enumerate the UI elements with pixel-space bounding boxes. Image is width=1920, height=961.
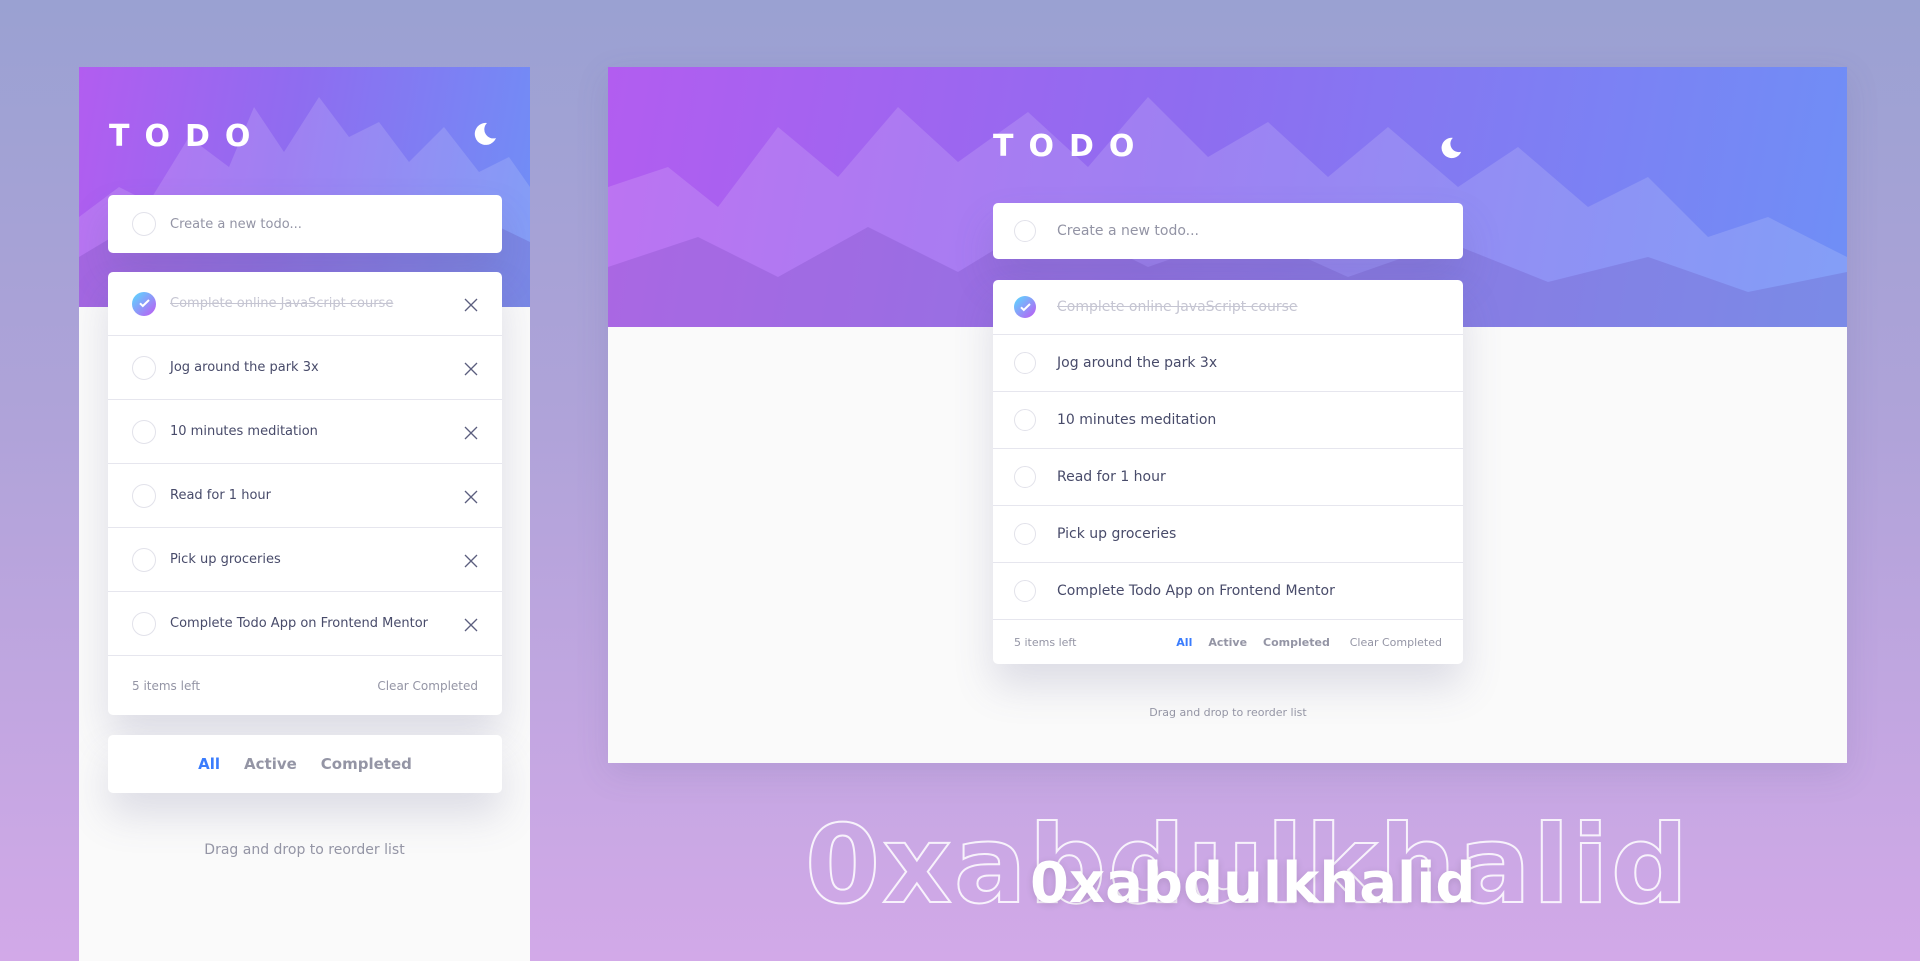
clear-completed-button[interactable]: Clear Completed — [1350, 636, 1442, 649]
app-logo: TODO — [109, 119, 266, 154]
filter-all[interactable]: All — [198, 755, 220, 773]
delete-todo-icon[interactable] — [464, 489, 478, 508]
new-todo-input[interactable]: Create a new todo... — [108, 195, 502, 253]
todo-text: Read for 1 hour — [1057, 469, 1166, 485]
new-todo-checkbox[interactable] — [132, 212, 156, 236]
filter-active[interactable]: Active — [244, 755, 297, 773]
items-left-count: 5 items left — [1014, 635, 1077, 649]
new-todo-placeholder[interactable]: Create a new todo... — [170, 217, 302, 232]
todo-checkbox[interactable] — [132, 419, 156, 444]
todo-text: Jog around the park 3x — [170, 360, 319, 375]
todo-item[interactable]: Pick up groceries — [993, 506, 1463, 563]
delete-todo-icon[interactable] — [464, 361, 478, 380]
todo-item[interactable]: Complete online JavaScript course — [108, 272, 502, 336]
todo-text: Complete online JavaScript course — [1057, 299, 1298, 315]
todo-item[interactable]: Jog around the park 3x — [993, 335, 1463, 392]
delete-todo-icon[interactable] — [464, 553, 478, 572]
todo-checkbox[interactable] — [132, 611, 156, 636]
clear-completed-button[interactable]: Clear Completed — [377, 679, 478, 693]
todo-list: Complete online JavaScript course Jog aro… — [993, 280, 1463, 664]
todo-checkbox[interactable] — [132, 483, 156, 508]
todo-item[interactable]: 10 minutes meditation — [108, 400, 502, 464]
todo-checkbox[interactable] — [1014, 580, 1036, 602]
todo-text: Complete online JavaScript course — [170, 296, 394, 311]
todo-item[interactable]: Complete online JavaScript course — [993, 280, 1463, 335]
todo-text: Complete Todo App on Frontend Mentor — [170, 616, 429, 631]
todo-checkbox[interactable] — [1014, 523, 1036, 545]
check-icon — [1019, 302, 1031, 311]
todo-item[interactable]: Pick up groceries — [108, 528, 502, 592]
filter-completed[interactable]: Completed — [1263, 636, 1330, 649]
filter-completed[interactable]: Completed — [321, 755, 412, 773]
app-logo: TODO — [993, 129, 1150, 164]
todo-item[interactable]: 10 minutes meditation — [993, 392, 1463, 449]
todo-checkbox[interactable] — [1014, 296, 1036, 318]
drag-hint: Drag and drop to reorder list — [204, 842, 405, 858]
todo-item[interactable]: Complete Todo App on Frontend Mentor — [108, 592, 502, 656]
todo-item[interactable]: Jog around the park 3x — [108, 336, 502, 400]
check-icon — [138, 299, 150, 308]
new-todo-checkbox[interactable] — [1014, 220, 1036, 242]
todo-checkbox[interactable] — [132, 291, 156, 316]
desktop-preview: TODO Create a new todo... Complete onlin… — [608, 67, 1847, 763]
todo-item[interactable]: Complete Todo App on Frontend Mentor — [993, 563, 1463, 620]
todo-checkbox[interactable] — [132, 547, 156, 572]
delete-todo-icon[interactable] — [464, 617, 478, 636]
new-todo-placeholder[interactable]: Create a new todo... — [1057, 223, 1199, 239]
list-footer: 5 items left Clear Completed — [108, 656, 502, 715]
filter-all[interactable]: All — [1176, 636, 1192, 649]
moon-icon[interactable] — [1439, 136, 1463, 164]
filter-bar: All Active Completed — [108, 735, 502, 793]
mountains-image — [79, 97, 530, 307]
todo-text: 10 minutes meditation — [170, 424, 318, 439]
todo-list: Complete online JavaScript course Jog aro… — [108, 272, 502, 715]
todo-checkbox[interactable] — [132, 355, 156, 380]
items-left-count: 5 items left — [132, 678, 201, 693]
todo-text: 10 minutes meditation — [1057, 412, 1217, 428]
hero-background — [79, 67, 530, 307]
drag-hint: Drag and drop to reorder list — [1149, 706, 1307, 719]
todo-checkbox[interactable] — [1014, 466, 1036, 488]
filter-active[interactable]: Active — [1208, 636, 1247, 649]
filter-bar: All Active Completed — [1176, 636, 1330, 649]
todo-item[interactable]: Read for 1 hour — [108, 464, 502, 528]
todo-checkbox[interactable] — [1014, 352, 1036, 374]
todo-text: Complete Todo App on Frontend Mentor — [1057, 583, 1335, 599]
mobile-preview: TODO Create a new todo... Complete onlin… — [79, 67, 530, 961]
todo-text: Pick up groceries — [170, 552, 281, 567]
delete-todo-icon[interactable] — [464, 425, 478, 444]
moon-icon[interactable] — [472, 121, 498, 151]
new-todo-input[interactable]: Create a new todo... — [993, 203, 1463, 259]
todo-item[interactable]: Read for 1 hour — [993, 449, 1463, 506]
todo-checkbox[interactable] — [1014, 409, 1036, 431]
todo-text: Pick up groceries — [1057, 526, 1177, 542]
todo-text: Read for 1 hour — [170, 488, 271, 503]
watermark-text: 0xabdulkhalid — [1030, 851, 1476, 916]
delete-todo-icon[interactable] — [464, 297, 478, 316]
todo-text: Jog around the park 3x — [1057, 355, 1218, 371]
list-footer: 5 items left All Active Completed Clear Comp… — [993, 620, 1463, 664]
